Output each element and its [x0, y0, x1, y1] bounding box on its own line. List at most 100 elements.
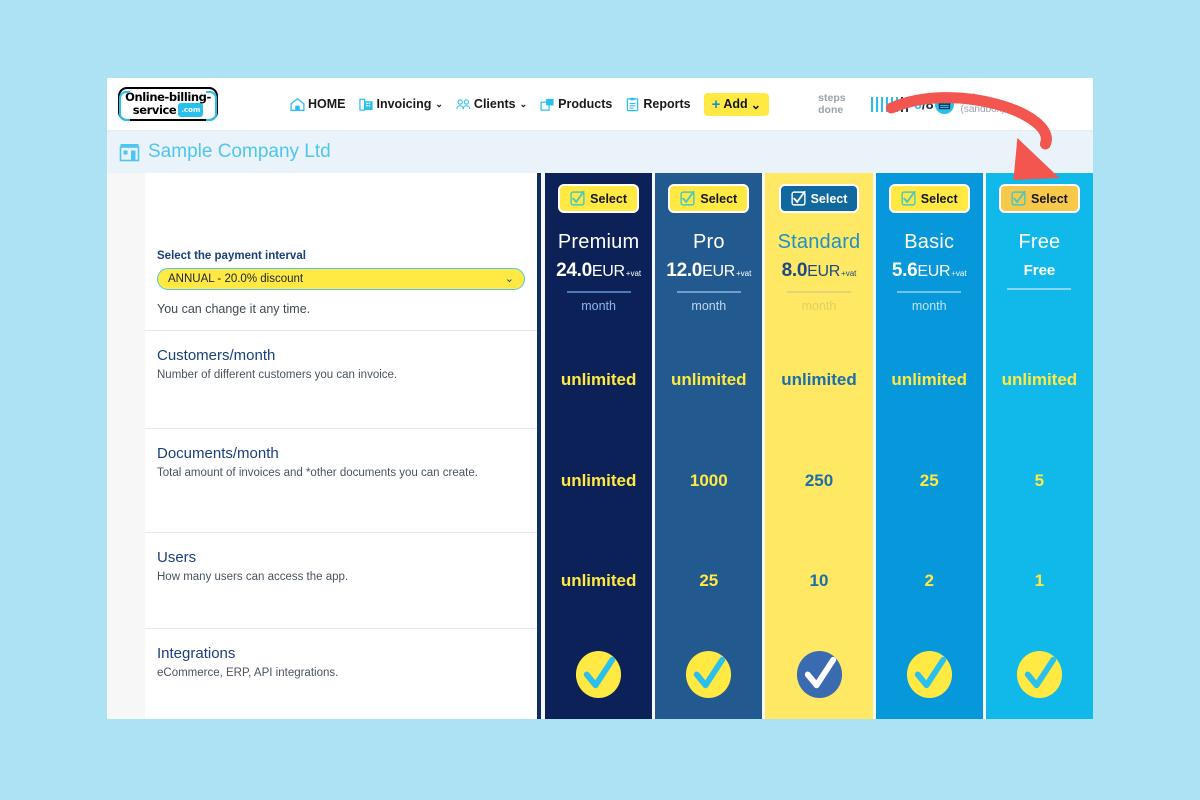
plan-header: Select Basic 5.6 EUR +vat month: [876, 173, 983, 331]
pro-plan-select-button[interactable]: Select: [668, 184, 750, 213]
nav-item-invoicing[interactable]: Invoicing ⌄: [358, 97, 443, 112]
plan-price-amount: 5.6: [891, 260, 918, 281]
feature-description: Number of different customers you can in…: [157, 369, 398, 381]
plan-price-vat: +vat: [951, 269, 967, 278]
plan-value-cell: unlimited: [781, 370, 857, 389]
included-check-icon: [1016, 650, 1062, 698]
feature-description: eCommerce, ERP, API integrations.: [157, 667, 339, 679]
plan-value-cell: [545, 629, 652, 719]
nav-item-clients[interactable]: Clients ⌄: [456, 97, 527, 112]
feature-row-users: Users How many users can access the app.: [145, 533, 537, 629]
tally-mark: [870, 96, 874, 112]
plan-name: Basic: [904, 231, 955, 253]
plan-column-pro: Select Pro 12.0 EUR +vat month unlimited…: [655, 173, 763, 719]
select-button-label: Select: [590, 191, 628, 206]
steps-count: 6/8: [914, 96, 933, 112]
plan-columns: Select Premium 24.0 EUR +vat month unlim…: [541, 173, 1093, 719]
plan-divider: [676, 291, 741, 293]
plan-value-cell: 2: [924, 571, 934, 590]
nav-item-reports[interactable]: Reports: [625, 97, 691, 112]
plan-header: Select Standard 8.0 EUR +vat month: [765, 173, 872, 331]
company-name: Sample Company Ltd: [148, 141, 331, 162]
logo-tld: .com: [178, 103, 204, 117]
plan-value-cell: [876, 629, 983, 719]
user-name: John: [960, 93, 985, 104]
plus-icon: +: [711, 95, 721, 113]
user-environment: (sandbox): [960, 104, 1005, 115]
checkbox-check-icon: [1011, 191, 1026, 206]
chevron-down-icon: ⌄: [519, 98, 528, 109]
tally-mark-empty: [905, 96, 909, 112]
steps-done-label: steps done: [818, 92, 846, 116]
nav-item-products[interactable]: Products: [540, 97, 612, 112]
chevron-down-icon: ⌄: [750, 97, 762, 112]
included-check-icon: [796, 650, 842, 698]
plan-value-cell: unlimited: [891, 370, 967, 389]
plan-value-cell: 250: [804, 471, 834, 490]
select-button-label: Select: [920, 191, 958, 206]
app-logo[interactable]: Online-billing- service .com: [118, 87, 218, 121]
plan-column-free: Select Free Free unlimited 5 1: [985, 173, 1093, 719]
select-button-label: Select: [700, 191, 738, 206]
plan-price-currency: EUR: [591, 263, 625, 280]
plan-value-cell: 10: [809, 571, 829, 590]
plan-column-standard: Select Standard 8.0 EUR +vat month unlim…: [765, 173, 873, 719]
plan-price-currency: EUR: [807, 263, 841, 280]
plan-header: Select Premium 24.0 EUR +vat month: [545, 173, 652, 331]
payment-interval-select[interactable]: ANNUAL - 20.0% discount ⌄: [157, 268, 525, 290]
plan-price-amount: 24.0: [556, 260, 592, 281]
nav-item-home[interactable]: HOME: [290, 97, 346, 112]
payment-interval-value: ANNUAL - 20.0% discount: [168, 273, 304, 285]
plan-price-amount: 12.0: [666, 260, 703, 281]
products-icon: [540, 98, 554, 111]
feature-row-customers: Customers/month Number of different cust…: [145, 331, 537, 429]
payment-interval-hint: You can change it any time.: [157, 302, 311, 316]
free-plan-select-button[interactable]: Select: [998, 184, 1080, 213]
pricing-comparison: Select the payment interval ANNUAL - 20.…: [107, 173, 1093, 719]
checkbox-check-icon: [901, 191, 916, 206]
plan-name: Pro: [692, 231, 725, 253]
checkbox-check-icon: [680, 191, 695, 206]
premium-plan-select-button[interactable]: Select: [558, 184, 640, 213]
chevron-down-icon: ⌄: [435, 98, 443, 109]
plan-value-cell: [765, 629, 872, 719]
basic-plan-select-button[interactable]: Select: [888, 184, 970, 213]
plan-column-premium: Select Premium 24.0 EUR +vat month unlim…: [545, 173, 653, 719]
nav-label-clients: Clients: [473, 97, 516, 111]
plan-price-period: month: [691, 299, 727, 313]
plan-value-cell: 1000: [689, 471, 728, 490]
logo-line-2-text: service: [132, 103, 177, 117]
tally-mark-empty: [900, 96, 904, 112]
user-avatar-icon: [934, 94, 954, 114]
top-navigation-bar: Online-billing- service .com HOME Invoic…: [107, 78, 1093, 130]
plan-header: Select Free Free: [986, 173, 1093, 331]
standard-plan-select-button[interactable]: Select: [778, 184, 860, 213]
select-button-label: Select: [1030, 191, 1068, 206]
plan-value-cell: [986, 629, 1093, 719]
plan-price-vat: +vat: [625, 269, 642, 278]
steps-count-current: 6: [914, 96, 922, 112]
chevron-down-icon: ⌄: [504, 273, 514, 285]
steps-done-indicator: steps done 6/8: [818, 92, 933, 116]
feature-description: Total amount of invoices and *other docu…: [157, 467, 478, 479]
plan-divider: [897, 291, 962, 293]
feature-row-documents: Documents/month Total amount of invoices…: [145, 429, 537, 533]
plan-value-cell: unlimited: [560, 571, 637, 590]
plan-value-cell: 5: [1034, 471, 1045, 490]
plan-price-amount: 8.0: [781, 260, 808, 281]
app-window: Online-billing- service .com HOME Invoic…: [107, 78, 1093, 719]
tally-mark: [890, 96, 894, 112]
plan-divider: [566, 291, 631, 293]
feature-row-integrations: Integrations eCommerce, ERP, API integra…: [145, 629, 537, 719]
plan-price-currency: EUR: [702, 263, 735, 280]
included-check-icon: [906, 650, 952, 698]
feature-title: Integrations: [157, 645, 236, 662]
plan-name: Free: [1018, 231, 1061, 253]
user-text: John (sandbox): [961, 93, 1005, 115]
clients-icon: [456, 98, 471, 109]
plan-value-cell: 25: [919, 471, 939, 490]
user-account[interactable]: John (sandbox): [934, 93, 1005, 115]
tally-mark: [895, 96, 899, 112]
logo-line-2: service .com: [133, 103, 204, 117]
add-button[interactable]: + Add ⌄: [703, 92, 770, 116]
